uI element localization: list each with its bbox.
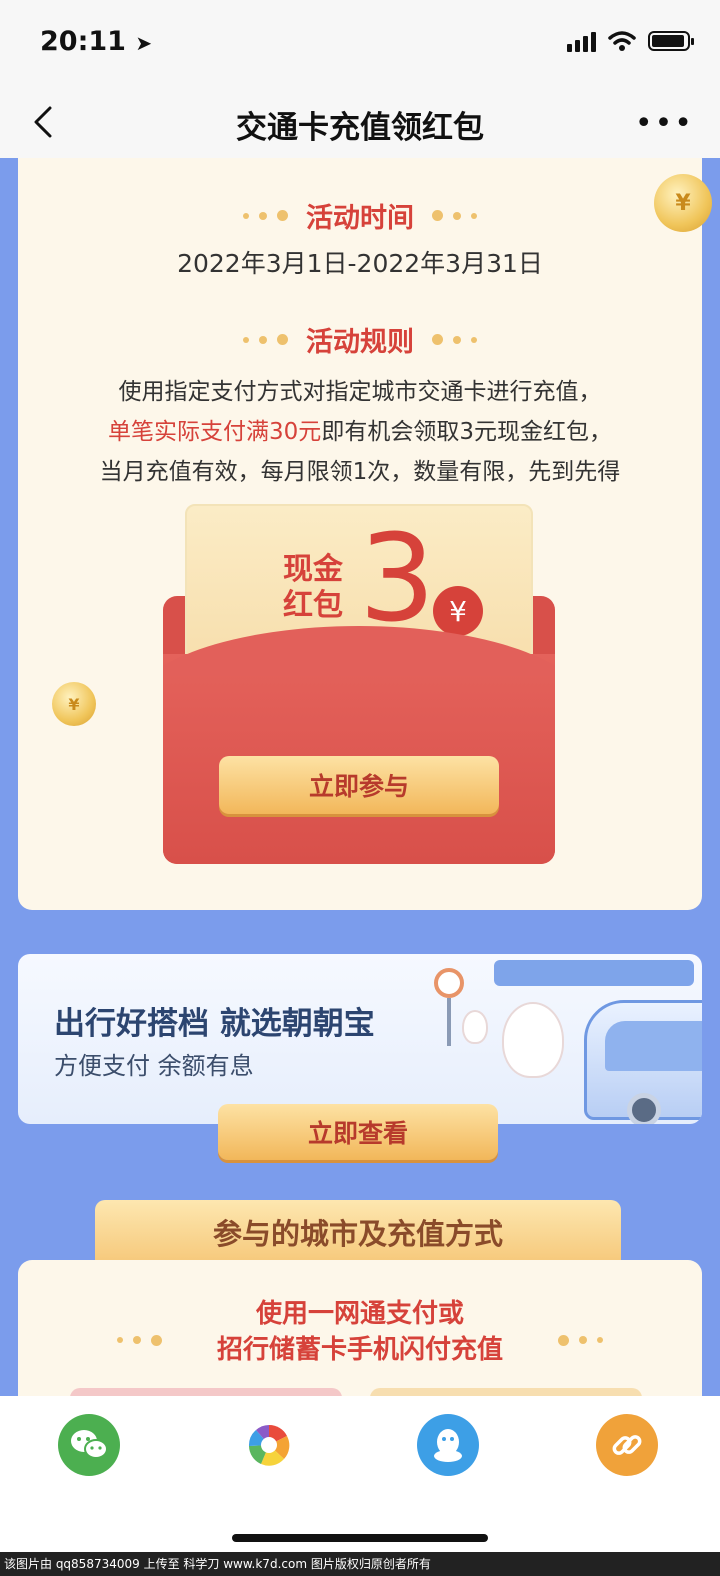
status-icons bbox=[567, 30, 694, 52]
decor-dots-icon bbox=[243, 210, 288, 221]
nav-bar: 交通卡充值领红包 ••• bbox=[0, 90, 720, 158]
cities-card: 使用一网通支付或 招行储蓄卡手机闪付充值 bbox=[18, 1260, 702, 1396]
method-line-2: 招行储蓄卡手机闪付充值 bbox=[216, 1335, 503, 1365]
bus-window bbox=[605, 1021, 702, 1071]
zhaozhaobao-banner[interactable]: 出行好搭档 就选朝朝宝 方便支付 余额有息 bbox=[18, 954, 702, 1124]
cities-tab-title: 参与的城市及充值方式 bbox=[95, 1200, 621, 1264]
rule-highlight: 单笔实际支付满30元 bbox=[108, 419, 322, 445]
gold-coin-icon: ¥ bbox=[52, 682, 96, 726]
page-title: 交通卡充值领红包 bbox=[236, 110, 484, 146]
rule-line-3: 当月充值有效，每月限领1次，数量有限，先到先得 bbox=[99, 459, 621, 485]
qq-penguin-icon bbox=[434, 1429, 462, 1462]
moments-share-button[interactable] bbox=[238, 1414, 300, 1476]
bus-stop-pole bbox=[447, 998, 451, 1046]
payment-tile-left[interactable] bbox=[70, 1388, 342, 1396]
bus-wheel bbox=[627, 1093, 661, 1124]
copy-link-button[interactable] bbox=[596, 1414, 658, 1476]
activity-time-title: 活动时间 bbox=[306, 203, 414, 234]
banner-title: 出行好搭档 就选朝朝宝 bbox=[54, 1006, 375, 1042]
rule-line-2-rest: 即有机会领取3元现金红包， bbox=[321, 419, 612, 445]
wifi-icon bbox=[608, 31, 636, 51]
decor-dots-icon bbox=[432, 210, 477, 221]
status-time-text: 20:11 bbox=[40, 26, 126, 57]
bus-stop-sign-icon bbox=[434, 968, 464, 998]
method-line-1: 使用一网通支付或 bbox=[255, 1299, 464, 1329]
bus-illustration bbox=[584, 1000, 702, 1124]
packet-flap bbox=[163, 596, 555, 676]
watermark-text: 该图片由 qq858734009 上传至 科学刀 www.k7d.com 图片版… bbox=[0, 1552, 720, 1576]
link-icon bbox=[612, 1435, 642, 1455]
home-indicator[interactable] bbox=[232, 1534, 488, 1542]
main-content[interactable]: 活动时间 2022年3月1日-2022年3月31日 活动规则 使用指定支付方式对… bbox=[0, 158, 720, 1396]
cat-mascot bbox=[502, 1002, 564, 1078]
location-arrow-icon: ➤ bbox=[135, 31, 153, 55]
payment-tile-right[interactable] bbox=[370, 1388, 642, 1396]
wechat-share-button[interactable] bbox=[58, 1414, 120, 1476]
more-options-icon[interactable]: ••• bbox=[635, 106, 694, 141]
decor-dots-icon bbox=[243, 334, 288, 345]
activity-card: 活动时间 2022年3月1日-2022年3月31日 活动规则 使用指定支付方式对… bbox=[18, 158, 702, 910]
activity-date-range: 2022年3月1日-2022年3月31日 bbox=[177, 249, 543, 278]
battery-icon bbox=[648, 31, 694, 51]
qq-share-button[interactable] bbox=[417, 1414, 479, 1476]
join-now-button[interactable]: 立即参与 bbox=[219, 756, 499, 814]
rule-line-2: 单笔实际支付满30元即有机会领取3元现金红包， bbox=[18, 412, 702, 446]
rule-line-1: 使用指定支付方式对指定城市交通卡进行充值， bbox=[118, 379, 602, 405]
gold-coin-icon: ¥ bbox=[654, 174, 712, 232]
wechat-icon bbox=[71, 1430, 108, 1459]
moments-aperture-icon bbox=[248, 1424, 290, 1466]
activity-time-header: 活动时间 bbox=[18, 196, 702, 235]
status-time: 20:11 ➤ bbox=[40, 26, 152, 57]
cat-mascot-small bbox=[462, 1010, 488, 1044]
cellular-signal-icon bbox=[567, 30, 596, 52]
bus-shelter-illustration bbox=[494, 960, 694, 986]
decor-dots-icon bbox=[432, 334, 477, 345]
activity-rules-header: 活动规则 bbox=[18, 320, 702, 359]
red-packet: 现金红包 3 ¥ 立即参与 bbox=[163, 504, 555, 864]
status-bar: 20:11 ➤ bbox=[0, 0, 720, 90]
share-bar bbox=[0, 1396, 720, 1576]
activity-rules-title: 活动规则 bbox=[306, 327, 414, 358]
banner-subtitle: 方便支付 余额有息 bbox=[54, 1052, 254, 1080]
view-now-button[interactable]: 立即查看 bbox=[218, 1104, 498, 1160]
